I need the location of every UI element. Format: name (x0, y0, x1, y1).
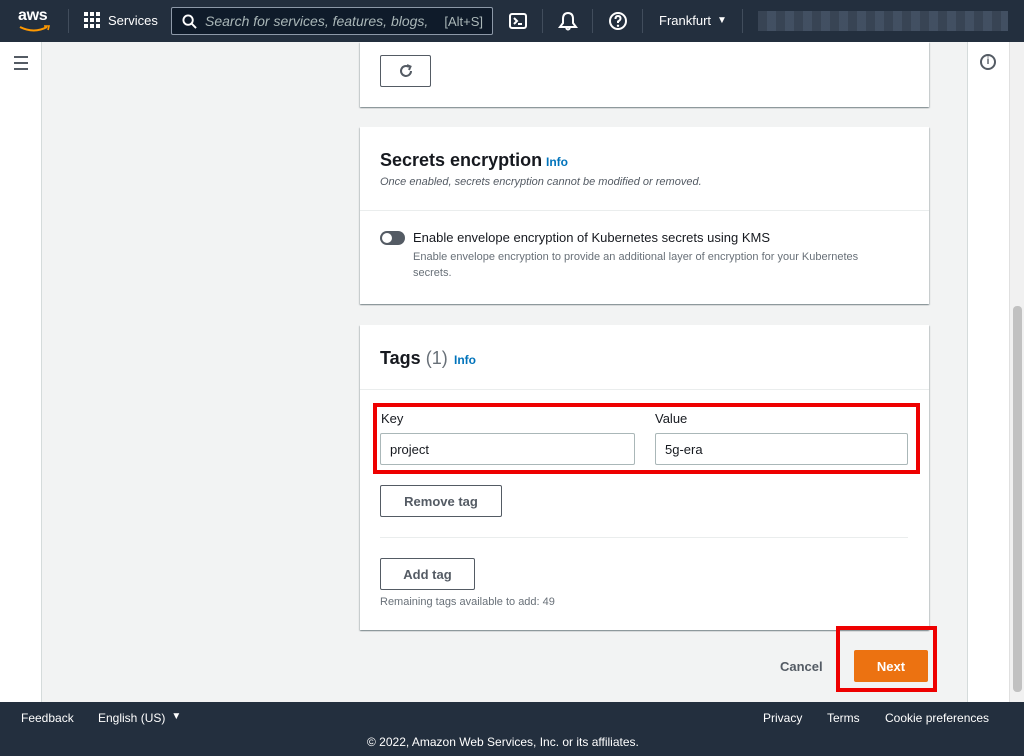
top-navigation: aws Services Search for services, featur… (0, 0, 1024, 42)
divider (360, 389, 929, 390)
secrets-encryption-title: Secrets encryption (380, 150, 543, 170)
secrets-encryption-info-link[interactable]: Info (546, 155, 568, 169)
tags-title: Tags (1) (380, 348, 448, 369)
search-shortcut: [Alt+S] (444, 13, 483, 29)
envelope-encryption-label: Enable envelope encryption of Kubernetes… (413, 230, 770, 245)
info-panel-icon[interactable]: i (980, 54, 996, 70)
toggle-knob (382, 233, 392, 243)
secrets-encryption-panel: Secrets encryption Info Once enabled, se… (360, 127, 929, 304)
cloudshell-icon[interactable] (508, 11, 528, 31)
nav-separator (592, 9, 593, 33)
envelope-encryption-toggle[interactable] (380, 231, 405, 245)
left-navigation-rail (0, 42, 42, 702)
language-label: English (US) (98, 711, 166, 725)
page-scrollbar[interactable] (1009, 42, 1024, 702)
cookie-preferences-link[interactable]: Cookie preferences (885, 711, 989, 725)
add-tag-button[interactable]: Add tag (380, 558, 475, 590)
region-selector[interactable]: Frankfurt ▼ (659, 13, 727, 28)
nav-separator (68, 9, 69, 33)
nav-separator (742, 9, 743, 33)
caret-down-icon: ▼ (171, 711, 182, 722)
nav-separator (642, 9, 643, 33)
refresh-button[interactable] (380, 55, 431, 87)
divider (360, 210, 929, 211)
tags-info-link[interactable]: Info (454, 353, 476, 367)
caret-down-icon: ▼ (717, 15, 727, 26)
refresh-icon (399, 64, 412, 77)
cancel-button[interactable]: Cancel (780, 659, 823, 674)
copyright-text: © 2022, Amazon Web Services, Inc. or its… (367, 735, 639, 749)
aws-logo-text: aws (18, 7, 48, 24)
services-label: Services (108, 12, 158, 28)
right-tools-rail (967, 42, 1009, 702)
search-placeholder: Search for services, features, blogs, (205, 13, 429, 29)
scrollbar-thumb[interactable] (1013, 306, 1022, 692)
terms-link[interactable]: Terms (827, 711, 860, 725)
remove-tag-button[interactable]: Remove tag (380, 485, 502, 517)
privacy-link[interactable]: Privacy (763, 711, 802, 725)
tags-panel: Tags (1) Info Key Value Remove tag Add t… (360, 325, 929, 630)
feedback-link[interactable]: Feedback (21, 711, 74, 725)
tags-count: (1) (425, 348, 448, 368)
refresh-panel (360, 42, 929, 107)
page-footer: Feedback English (US) ▼ Privacy Terms Co… (0, 702, 1024, 756)
services-menu-button[interactable]: Services (84, 12, 158, 28)
global-search-input[interactable]: Search for services, features, blogs, [A… (171, 7, 493, 35)
region-label: Frankfurt (659, 13, 712, 28)
aws-smile-icon (19, 25, 51, 32)
tags-title-text: Tags (380, 348, 421, 368)
help-icon[interactable] (608, 11, 628, 31)
tag-fields-highlight (373, 403, 920, 474)
search-icon (182, 13, 197, 29)
envelope-encryption-description: Enable envelope encryption to provide an… (413, 251, 859, 279)
services-grid-icon (84, 12, 100, 28)
notifications-bell-icon[interactable] (558, 11, 578, 31)
language-selector[interactable]: English (US) ▼ (98, 711, 181, 725)
account-menu-redacted[interactable] (758, 11, 1008, 31)
nav-separator (542, 9, 543, 33)
aws-logo[interactable]: aws (18, 8, 52, 34)
secrets-encryption-description: Once enabled, secrets encryption cannot … (380, 176, 702, 188)
divider (380, 537, 908, 538)
next-button[interactable]: Next (854, 650, 928, 682)
remaining-tags-text: Remaining tags available to add: 49 (380, 596, 555, 608)
hamburger-menu-icon[interactable] (14, 56, 28, 74)
